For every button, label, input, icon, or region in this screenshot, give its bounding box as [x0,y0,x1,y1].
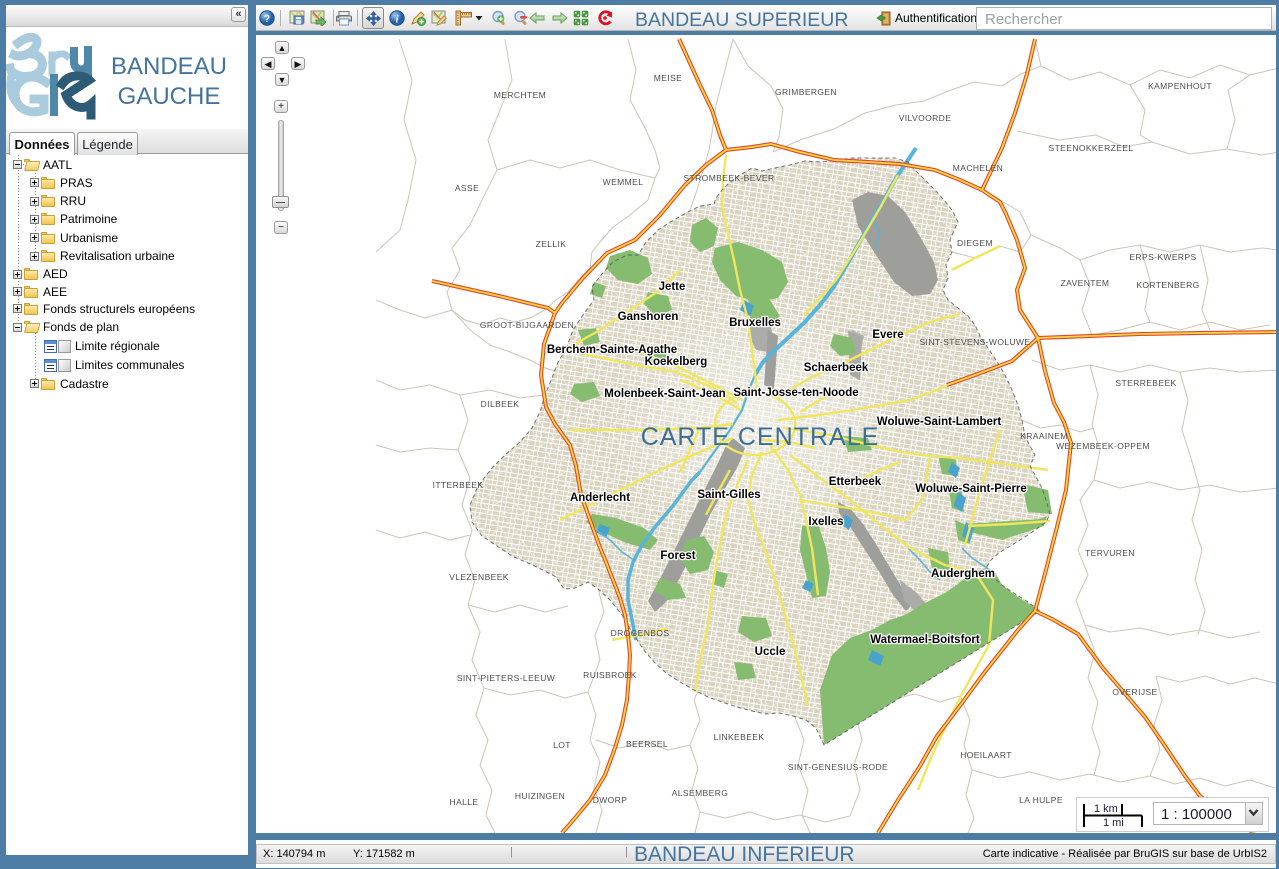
svg-text:Schaerbeek: Schaerbeek [804,362,869,374]
svg-text:MERCHTEM: MERCHTEM [494,90,546,100]
svg-text:WEMMEL: WEMMEL [603,177,644,187]
svg-text:HOEILAART: HOEILAART [960,750,1012,760]
svg-text:ZAVENTEM: ZAVENTEM [1061,278,1110,288]
svg-text:STEENOKKERZEEL: STEENOKKERZEEL [1049,143,1134,153]
svg-text:Forest: Forest [660,550,695,562]
svg-text:Anderlecht: Anderlecht [570,492,630,504]
svg-text:DILBEEK: DILBEEK [481,399,520,409]
svg-text:LA HULPE: LA HULPE [1019,795,1063,805]
svg-text:Molenbeek-Saint-Jean: Molenbeek-Saint-Jean [604,388,725,400]
svg-text:DWORP: DWORP [593,795,628,805]
svg-text:GROOT-BIJGAARDEN: GROOT-BIJGAARDEN [480,320,574,330]
svg-text:Koekelberg: Koekelberg [645,356,708,368]
svg-text:Uccle: Uccle [755,646,786,658]
svg-text:Ganshoren: Ganshoren [618,311,679,323]
svg-text:TERVUREN: TERVUREN [1085,548,1135,558]
svg-text:Saint-Josse-ten-Noode: Saint-Josse-ten-Noode [733,387,858,399]
svg-text:ASSE: ASSE [455,183,479,193]
svg-text:ALSEMBERG: ALSEMBERG [672,788,729,798]
svg-text:Saint-Gilles: Saint-Gilles [697,489,760,501]
svg-text:Jette: Jette [659,281,686,293]
svg-text:HALLE: HALLE [450,797,479,807]
svg-text:ZELLIK: ZELLIK [536,239,567,249]
svg-text:STERREBEEK: STERREBEEK [1115,378,1176,388]
svg-text:SINT-PIETERS-LEEUW: SINT-PIETERS-LEEUW [457,673,555,683]
svg-text:LOT: LOT [553,740,571,750]
svg-text:Etterbeek: Etterbeek [829,476,882,488]
svg-text:MEISE: MEISE [654,73,682,83]
svg-text:STROMBEEK-BEVER: STROMBEEK-BEVER [683,173,774,183]
svg-text:?: ? [264,14,270,25]
svg-text:VLEZENBEEK: VLEZENBEEK [449,572,509,582]
svg-text:BEERSEL: BEERSEL [626,739,668,749]
svg-text:KAMPENHOUT: KAMPENHOUT [1148,81,1212,91]
svg-text:KORTENBERG: KORTENBERG [1136,280,1199,290]
svg-text:1 mi: 1 mi [1103,817,1124,829]
svg-text:VILVOORDE: VILVOORDE [899,113,952,123]
svg-text:HUIZINGEN: HUIZINGEN [515,791,565,801]
svg-text:KRAAINEM: KRAAINEM [1020,431,1068,441]
svg-text:Woluwe-Saint-Pierre: Woluwe-Saint-Pierre [915,483,1027,495]
svg-text:ITTERBEEK: ITTERBEEK [433,480,484,490]
svg-text:Woluwe-Saint-Lambert: Woluwe-Saint-Lambert [877,416,1002,428]
svg-text:RUISBROEK: RUISBROEK [583,670,637,680]
svg-text:DROGENBOS: DROGENBOS [611,628,670,638]
svg-text:Ixelles: Ixelles [808,516,843,528]
svg-text:LINKEBEEK: LINKEBEEK [714,732,765,742]
svg-text:GRIMBERGEN: GRIMBERGEN [775,87,837,97]
svg-text:DIEGEM: DIEGEM [957,238,993,248]
svg-text:ERPS-KWERPS: ERPS-KWERPS [1129,252,1196,262]
svg-text:Watermael-Boitsfort: Watermael-Boitsfort [870,634,980,646]
svg-text:CARTE CENTRALE: CARTE CENTRALE [641,423,880,451]
svg-text:Bruxelles: Bruxelles [729,317,781,329]
svg-text:OVERIJSE: OVERIJSE [1112,687,1157,697]
svg-text:SINT-STEVENS-WOLUWE: SINT-STEVENS-WOLUWE [919,337,1030,347]
svg-text:MACHELEN: MACHELEN [953,163,1003,173]
svg-text:1 km: 1 km [1094,803,1118,815]
svg-text:Evere: Evere [872,329,903,341]
svg-text:WEZEMBEEK-OPPEM: WEZEMBEEK-OPPEM [1056,441,1150,451]
svg-text:Berchem-Sainte-Agathe: Berchem-Sainte-Agathe [547,344,677,356]
svg-text:Auderghem: Auderghem [931,568,995,580]
svg-text:SINT-GENESIUS-RODE: SINT-GENESIUS-RODE [788,762,888,772]
